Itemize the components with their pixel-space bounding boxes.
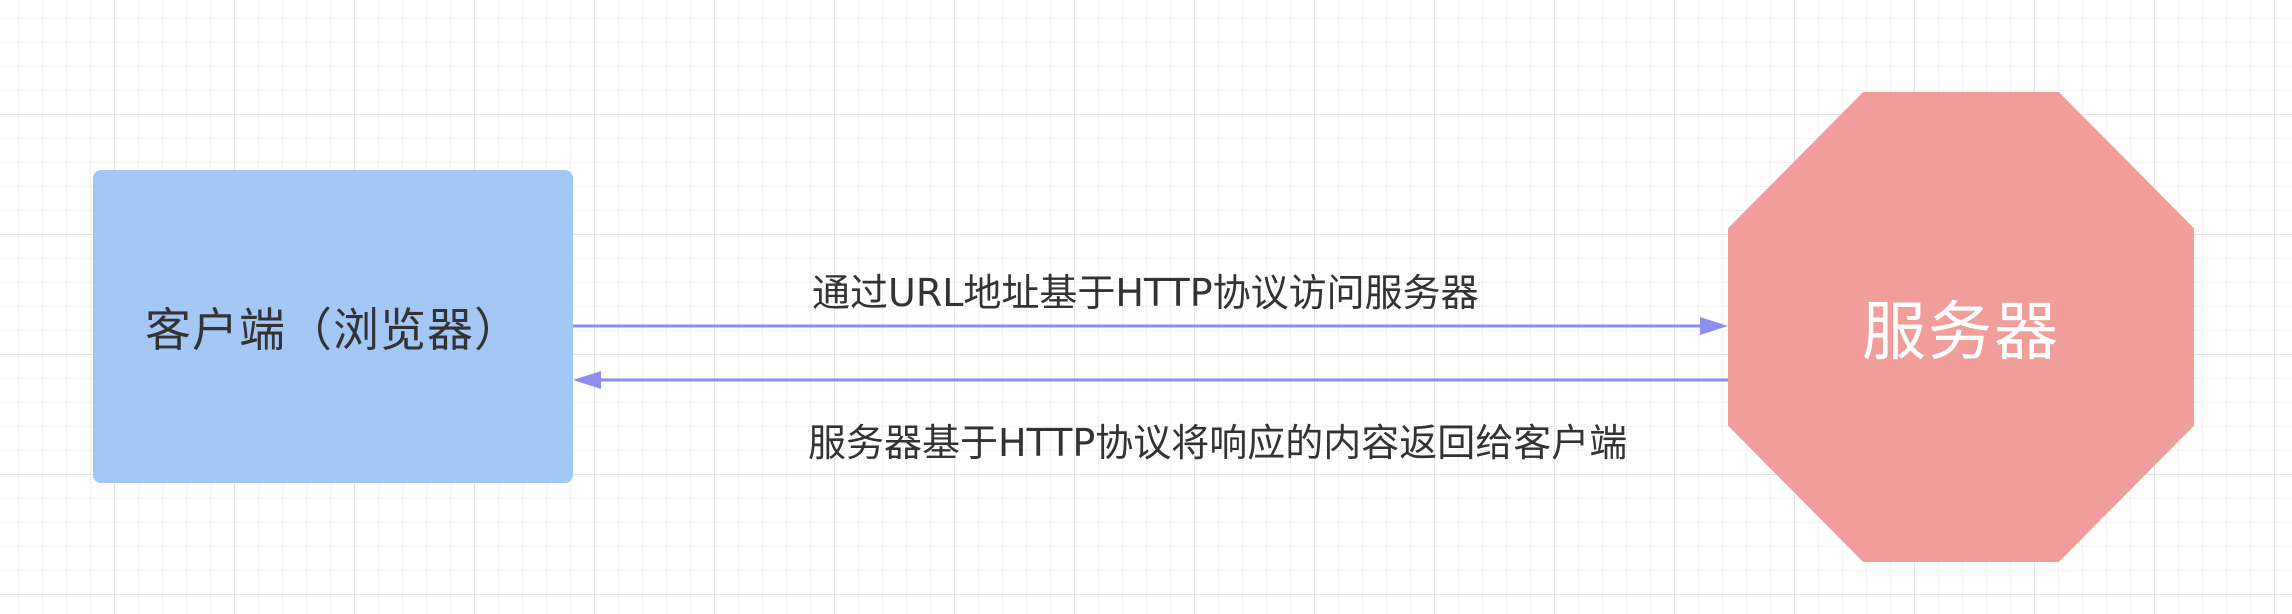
response-arrow[interactable] — [573, 371, 1728, 389]
response-arrow-label: 服务器基于HTTP协议将响应的内容返回给客户端 — [808, 421, 1628, 465]
diagram-canvas: 客户端（浏览器） 服务器 通过URL地址基于HTTP协议访问服务器 服务器基于H… — [0, 0, 2292, 614]
request-arrow-label: 通过URL地址基于HTTP协议访问服务器 — [812, 271, 1479, 315]
request-arrow[interactable] — [573, 317, 1728, 335]
